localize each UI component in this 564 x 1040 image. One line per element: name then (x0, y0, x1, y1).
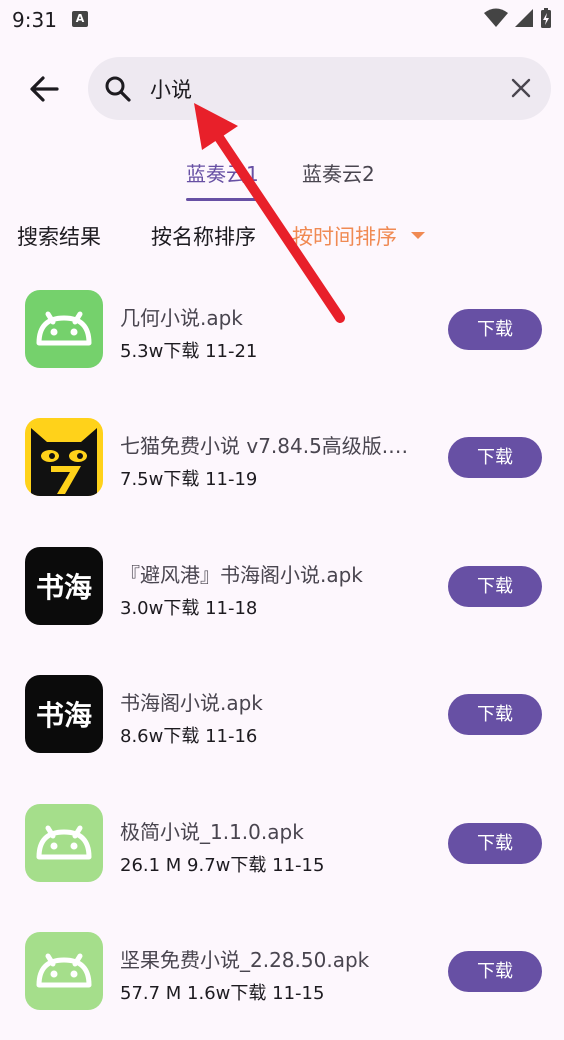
download-button[interactable]: 下载 (448, 823, 542, 864)
app-meta: 8.6w下载 11-16 (120, 726, 258, 747)
download-button[interactable]: 下载 (448, 309, 542, 350)
list-item[interactable]: 书海 书海阁小说.apk 8.6w下载 11-16 下载 (0, 655, 564, 783)
list-item[interactable]: 极简小说_1.1.0.apk 26.1 M 9.7w下载 11-15 下载 (0, 784, 564, 912)
tab-lanzou-1[interactable]: 蓝奏云1 (186, 158, 259, 187)
app-icon-text: 书海 (35, 571, 92, 604)
list-item[interactable]: 坚果免费小说_2.28.50.apk 57.7 M 1.6w下载 11-15 下… (0, 912, 564, 1040)
app-name: 坚果免费小说_2.28.50.apk (120, 948, 370, 972)
app-meta: 3.0w下载 11-18 (120, 598, 258, 619)
app-meta: 26.1 M 9.7w下载 11-15 (120, 855, 325, 876)
app-name: 极简小说_1.1.0.apk (120, 820, 304, 844)
caret-down-icon[interactable] (411, 232, 425, 239)
search-results-label: 搜索结果 (17, 225, 101, 249)
close-icon[interactable] (509, 76, 533, 100)
download-button[interactable]: 下载 (448, 694, 542, 735)
android-icon (25, 932, 103, 1010)
status-bar: 9:31 A (0, 0, 564, 40)
status-icons (484, 7, 552, 29)
search-bar[interactable]: 小说 (88, 57, 551, 120)
signal-icon (515, 9, 533, 27)
search-icon (105, 76, 131, 102)
list-item[interactable]: 七猫免费小说 v7.84.5高级版.apk 7.5w下载 11-19 下载 (0, 398, 564, 526)
sort-row: 搜索结果 按名称排序 按时间排序 (0, 215, 564, 255)
sort-by-time-button[interactable]: 按时间排序 (292, 221, 397, 251)
shuhai-icon: 书海 (25, 675, 103, 753)
android-icon (25, 804, 103, 882)
wifi-icon (484, 8, 508, 27)
search-input[interactable]: 小说 (150, 74, 192, 104)
app-icon-text: 书海 (35, 699, 92, 732)
tab-indicator (186, 198, 264, 201)
download-button[interactable]: 下载 (448, 437, 542, 478)
tab-lanzou-2[interactable]: 蓝奏云2 (302, 158, 375, 187)
back-button[interactable] (20, 66, 68, 112)
download-button[interactable]: 下载 (448, 566, 542, 607)
source-tabs: 蓝奏云1 蓝奏云2 (0, 150, 564, 202)
sort-by-name-button[interactable]: 按名称排序 (151, 221, 256, 251)
app-name: 七猫免费小说 v7.84.5高级版.apk (120, 434, 420, 458)
status-time: 9:31 (12, 8, 57, 32)
notification-icon: A (72, 11, 88, 27)
app-name: 『避风港』书海阁小说.apk (120, 563, 363, 587)
qimao-cat-icon (25, 418, 103, 496)
app-name: 几何小说.apk (120, 306, 243, 330)
shuhai-icon: 书海 (25, 547, 103, 625)
android-icon (25, 290, 103, 368)
app-meta: 5.3w下载 11-21 (120, 341, 258, 362)
battery-icon (541, 8, 551, 28)
list-item[interactable]: 几何小说.apk 5.3w下载 11-21 下载 (0, 270, 564, 398)
download-button[interactable]: 下载 (448, 951, 542, 992)
arrow-back-icon (30, 76, 59, 102)
app-meta: 7.5w下载 11-19 (120, 469, 258, 490)
list-item[interactable]: 书海 『避风港』书海阁小说.apk 3.0w下载 11-18 下载 (0, 527, 564, 655)
app-name: 书海阁小说.apk (120, 691, 263, 715)
app-meta: 57.7 M 1.6w下载 11-15 (120, 983, 325, 1004)
